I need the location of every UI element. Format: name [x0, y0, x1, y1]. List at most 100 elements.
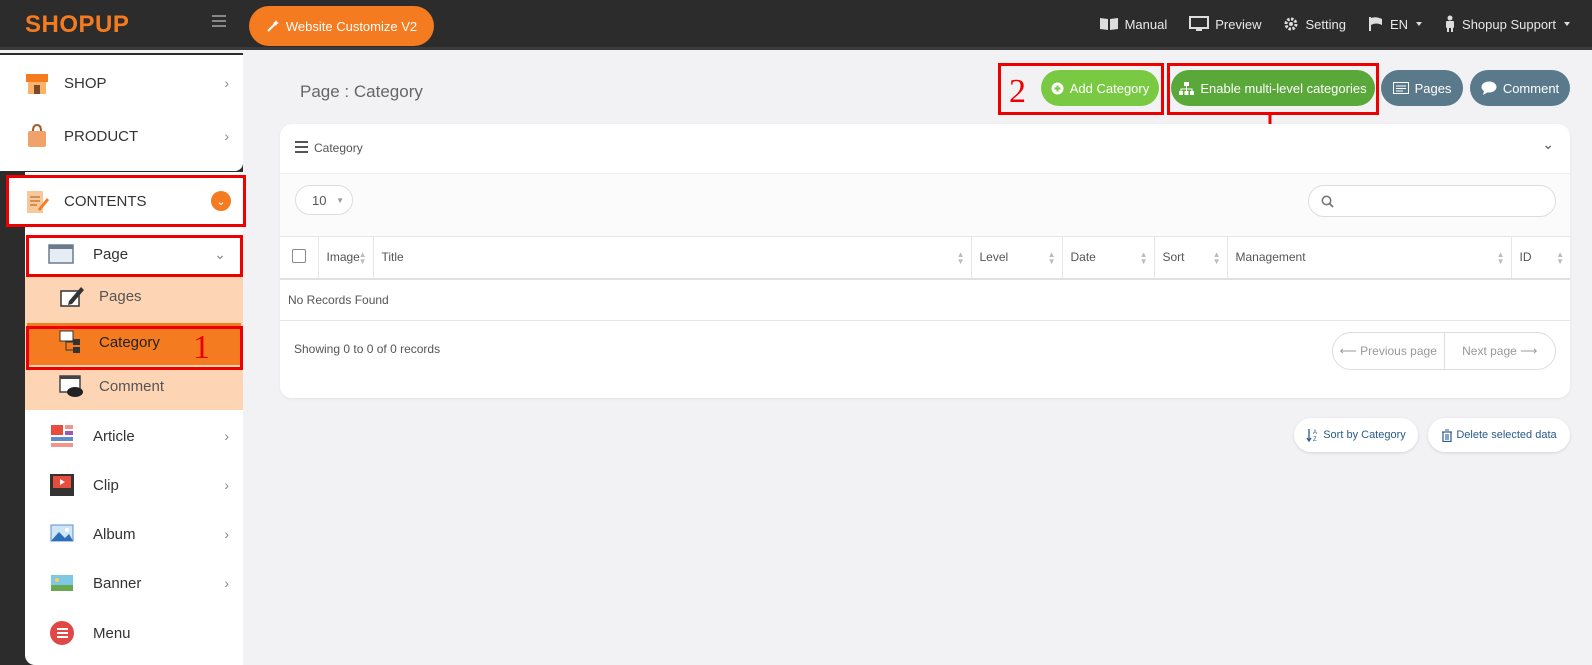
sort-icon: ▲ ▼ [956, 250, 965, 266]
sidebar-item-label: Article [93, 427, 135, 445]
language-label: EN [1389, 16, 1409, 32]
column-label: Date [1070, 250, 1096, 265]
comment-button-label: Comment [1502, 80, 1560, 96]
card-header: Category ⌄ [280, 124, 1570, 174]
select-all-checkbox[interactable] [292, 248, 306, 263]
column-label: Level [979, 250, 1009, 265]
sidebar-item-menu[interactable]: Menu [0, 607, 243, 659]
annotation-box-page [26, 235, 243, 277]
shopping-bag-icon [28, 123, 46, 147]
column-label: ID [1519, 250, 1532, 265]
records-info: Showing 0 to 0 of 0 records [294, 342, 441, 356]
preview-label: Preview [1215, 16, 1262, 32]
sort-icon: ▲ ▼ [1556, 250, 1564, 266]
column-header-image[interactable]: Image ▲ ▼ [318, 236, 374, 280]
svg-text:Z: Z [1313, 437, 1317, 442]
bars-icon [295, 141, 308, 153]
sidebar-item-label: SHOP [64, 74, 107, 92]
manual-link[interactable]: Manual [1099, 16, 1168, 32]
sidebar-item-album[interactable]: Album › [0, 508, 243, 560]
sort-icon: ▲ ▼ [1212, 250, 1221, 266]
user-icon [1446, 15, 1455, 32]
chevron-right-icon: › [224, 575, 229, 591]
book-icon [1099, 18, 1118, 30]
column-header-id[interactable]: ID ▲ ▼ [1511, 236, 1570, 280]
support-dropdown[interactable]: Shopup Support [1444, 15, 1570, 33]
sidebar-item-banner[interactable]: Banner › [0, 557, 243, 609]
sidebar-item-label: Menu [93, 624, 131, 642]
add-category-label: Add Category [1069, 80, 1150, 96]
table-row: No Records Found [280, 278, 1570, 321]
preview-link[interactable]: Preview [1189, 16, 1261, 32]
chevron-right-icon: › [224, 75, 229, 91]
shopup-logo[interactable]: SHOPUP [25, 11, 129, 39]
website-customize-label: Website Customize V2 [285, 18, 418, 34]
speech-bubble-icon [1481, 81, 1497, 95]
chevron-right-icon: › [224, 477, 229, 493]
banner-image-icon [51, 575, 73, 591]
photo-album-icon [50, 524, 74, 542]
setting-link[interactable]: Setting [1283, 16, 1346, 32]
next-page-button[interactable]: Next page ⟶ [1445, 333, 1556, 369]
column-header-level[interactable]: Level ▲ ▼ [971, 236, 1063, 280]
sort-icon: ▲ ▼ [1496, 250, 1505, 266]
annotation-number-1: 1 [193, 329, 210, 366]
column-header-sort[interactable]: Sort ▲ ▼ [1154, 236, 1228, 280]
search-input[interactable] [1308, 185, 1556, 217]
column-header-date[interactable]: Date ▲ ▼ [1062, 236, 1155, 280]
search-icon [1321, 195, 1334, 208]
category-table: Image ▲ ▼ Title ▲ ▼ Level ▲ ▼ Date ▲ ▼ Sort ▲ ▼ Ma… [280, 236, 1570, 321]
page-size-value: 10 [312, 192, 327, 208]
annotation-box-category [26, 326, 243, 370]
pages-button-label: Pages [1414, 80, 1452, 96]
add-category-button[interactable]: Add Category [1041, 70, 1159, 106]
sidebar-item-product[interactable]: PRODUCT › [0, 110, 243, 162]
card-title: Category [314, 141, 363, 155]
sidebar-item-shop[interactable]: SHOP › [0, 57, 243, 109]
collapse-chevron-icon[interactable]: ⌄ [1542, 136, 1554, 153]
column-header-management[interactable]: Management ▲ ▼ [1227, 236, 1512, 280]
hamburger-menu-icon[interactable] [212, 15, 226, 29]
sort-by-category-button[interactable]: AZ Sort by Category [1294, 418, 1418, 452]
enable-multi-level-button[interactable]: Enable multi-level categories [1171, 70, 1375, 106]
comment-button[interactable]: Comment [1470, 70, 1570, 106]
page-size-select[interactable]: 10 ▼ [295, 185, 353, 215]
flag-icon [1368, 17, 1382, 31]
annotation-box-contents [6, 175, 246, 227]
plus-circle-icon [1051, 82, 1064, 94]
sidebar-item-article[interactable]: Article › [0, 410, 243, 462]
column-label: Sort [1162, 250, 1185, 265]
sort-icon: ▲ ▼ [1047, 250, 1056, 266]
video-clip-icon [50, 474, 74, 496]
website-customize-button[interactable]: Website Customize V2 [249, 6, 434, 46]
category-card: Category ⌄ 10 ▼ Image ▲ ▼ Title ▲ ▼ Level ▲ ▼ … [280, 124, 1570, 398]
submenu-item-label: Comment [99, 377, 165, 395]
manual-label: Manual [1124, 16, 1168, 32]
shop-icon [26, 74, 48, 94]
support-label: Shopup Support [1462, 16, 1556, 32]
submenu-item-pages[interactable]: Pages [0, 272, 243, 320]
sort-by-category-label: Sort by Category [1323, 429, 1406, 441]
sidebar-item-label: Album [93, 525, 136, 543]
column-header-title[interactable]: Title ▲ ▼ [373, 236, 972, 280]
previous-page-button[interactable]: ⟵ Previous page [1333, 333, 1445, 369]
comment-window-icon [59, 375, 83, 397]
language-dropdown[interactable]: EN [1368, 16, 1423, 32]
pages-button[interactable]: Pages [1381, 70, 1463, 106]
sort-alpha-icon: AZ [1306, 429, 1317, 442]
trash-icon [1442, 428, 1453, 442]
column-label: Title [381, 250, 404, 265]
caret-down-icon: ▼ [336, 195, 344, 205]
sidebar-item-clip[interactable]: Clip › [0, 459, 243, 511]
pencil-edit-icon [60, 287, 84, 307]
submenu-item-label: Pages [99, 287, 142, 305]
delete-selected-button[interactable]: Delete selected data [1428, 418, 1570, 452]
caret-down-icon [1416, 22, 1423, 26]
chevron-right-icon: › [224, 128, 229, 144]
pagination: ⟵ Previous page Next page ⟶ [1332, 332, 1556, 370]
select-all-header [280, 236, 319, 280]
svg-text:A: A [1313, 430, 1317, 436]
annotation-number-2: 2 [1009, 73, 1026, 110]
sort-icon: ▲ ▼ [358, 250, 367, 266]
sort-icon: ▲ ▼ [1139, 250, 1148, 266]
